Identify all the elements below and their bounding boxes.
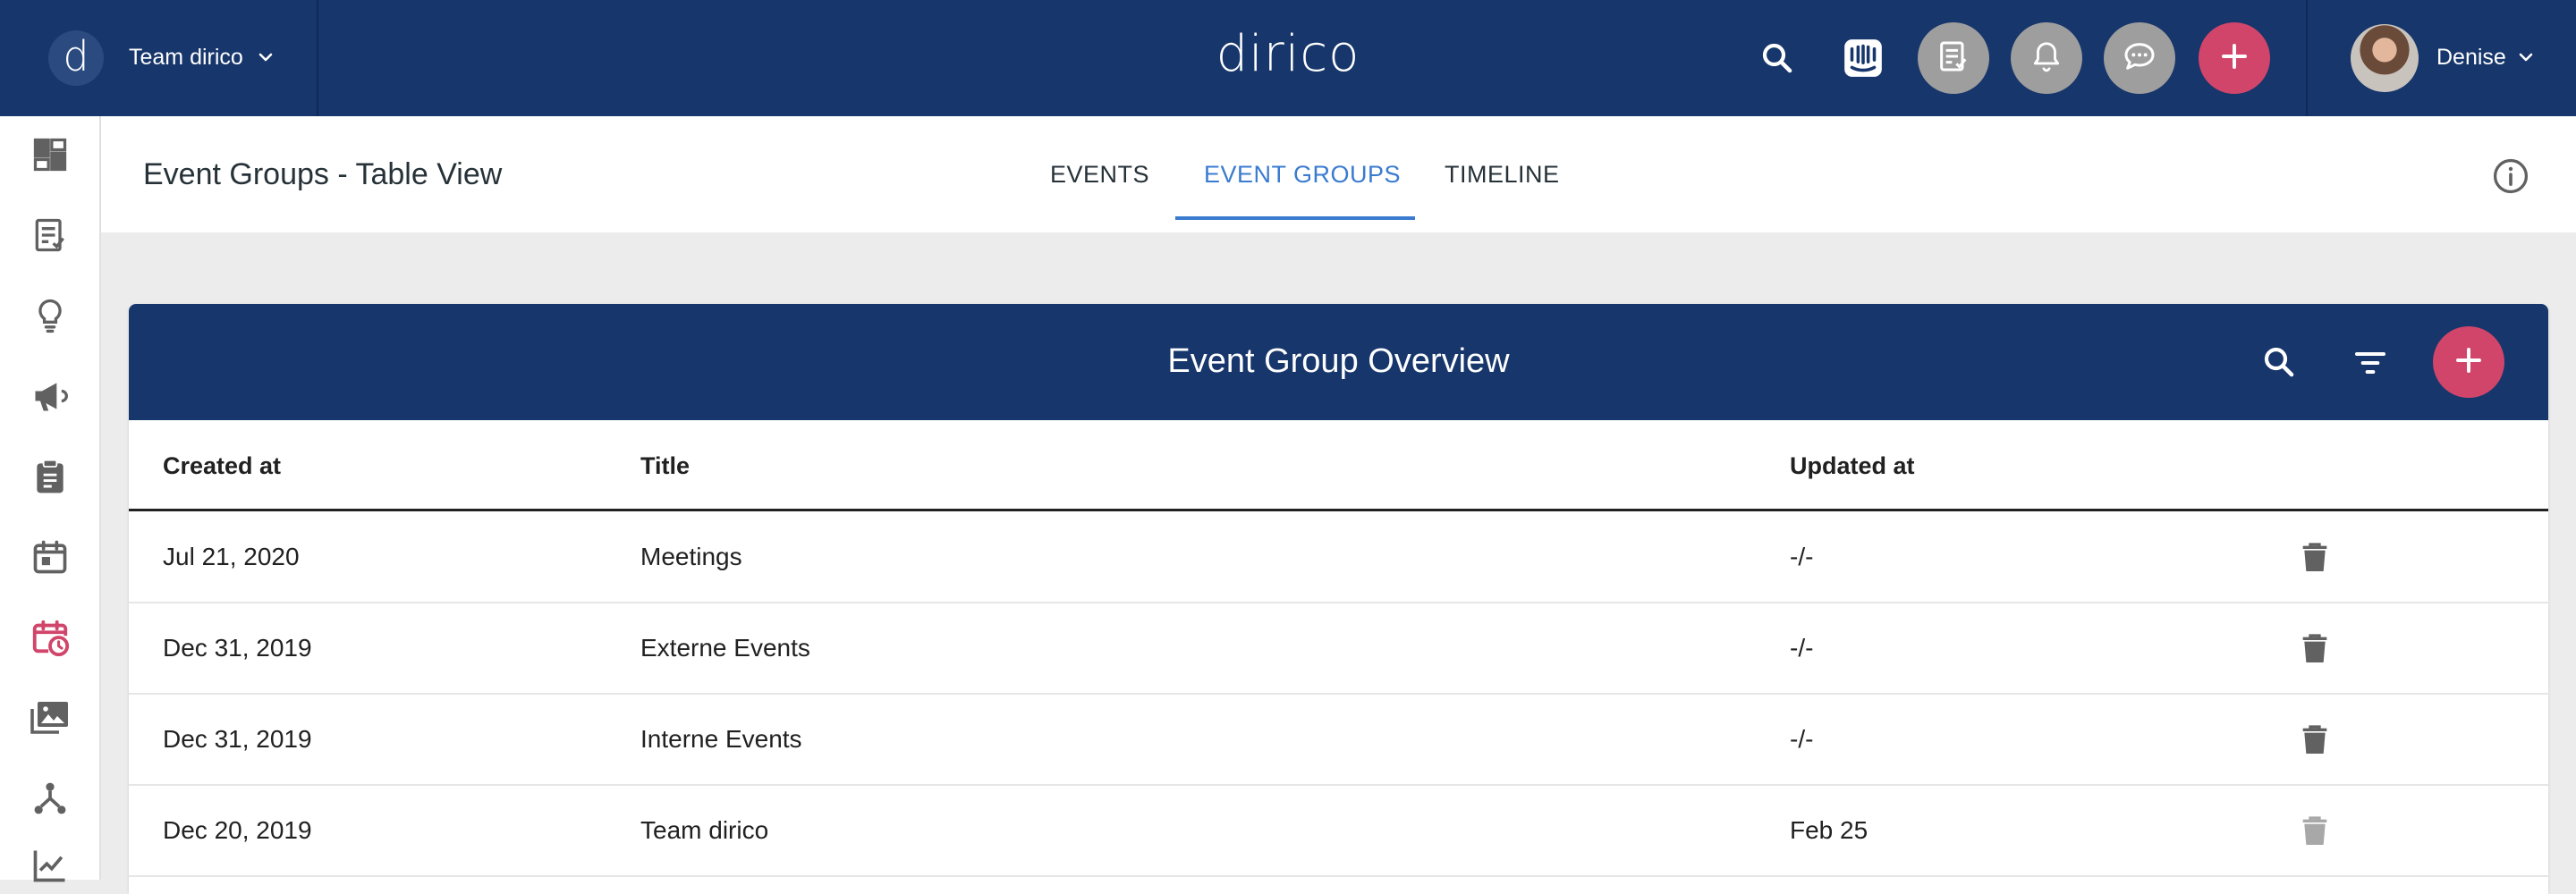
cell-updated: -/- <box>1790 543 1814 570</box>
dashboard-icon <box>30 135 70 179</box>
cell-title: Team dirico <box>640 816 769 844</box>
team-name: Team dirico <box>129 45 243 70</box>
cell-title: Externe Events <box>640 634 810 662</box>
team-switcher[interactable]: d Team dirico <box>0 0 318 116</box>
plus-icon <box>2453 344 2485 381</box>
info-icon[interactable] <box>2491 156 2530 200</box>
cell-updated: -/- <box>1790 725 1814 753</box>
sidebar-item-briefings[interactable] <box>0 438 99 519</box>
column-header-updated[interactable]: Updated at <box>1790 452 1915 480</box>
hierarchy-icon <box>30 779 70 822</box>
chevron-down-icon <box>253 46 278 72</box>
page-header: Event Groups - Table View EVENTS EVENT G… <box>101 116 2576 232</box>
lightbulb-icon <box>30 296 70 340</box>
cell-created: Jul 21, 2020 <box>163 543 300 570</box>
cell-updated: Feb 25 <box>1790 816 1868 844</box>
tab-event-groups[interactable]: EVENT GROUPS <box>1204 161 1401 189</box>
sidebar-item-dashboard[interactable] <box>0 116 99 197</box>
calendar-clock-icon <box>30 617 71 662</box>
media-library-icon <box>29 696 72 744</box>
cell-title: Interne Events <box>640 725 802 753</box>
clipboard-icon <box>30 457 70 501</box>
megaphone-icon <box>30 376 70 420</box>
chat-icon <box>2122 38 2157 79</box>
filter-icon[interactable] <box>2351 345 2389 385</box>
table-row[interactable]: Dec 31, 2019 Externe Events -/- <box>129 603 2548 695</box>
sidebar-item-events[interactable] <box>0 599 99 679</box>
trash-icon[interactable] <box>2297 721 2333 763</box>
cell-created: Dec 31, 2019 <box>163 634 312 662</box>
search-icon[interactable] <box>2260 343 2298 385</box>
user-name[interactable]: Denise <box>2436 45 2506 71</box>
team-logo-letter: d <box>63 32 89 80</box>
table-row[interactable]: Dec 31, 2019 Interne Events -/- <box>129 695 2548 786</box>
notes-icon <box>1936 38 1971 79</box>
trash-icon[interactable] <box>2297 539 2333 581</box>
cell-created: Dec 20, 2019 <box>163 816 312 844</box>
sidebar-item-media[interactable] <box>0 679 99 760</box>
sidebar-item-workflows[interactable] <box>0 760 99 840</box>
search-icon[interactable] <box>1758 39 1796 77</box>
notes-button[interactable] <box>1918 22 1989 94</box>
table-row[interactable]: Dec 20, 2019 Team dirico Feb 25 <box>129 786 2548 877</box>
event-group-card: Event Group Overview Created at Title Up… <box>129 304 2548 894</box>
sidebar-item-tasks[interactable] <box>0 197 99 277</box>
sidebar-item-analytics[interactable] <box>0 831 99 885</box>
analytics-icon <box>30 846 70 885</box>
messages-button[interactable] <box>2104 22 2175 94</box>
sidebar-item-ideas[interactable] <box>0 277 99 358</box>
cell-title: Meetings <box>640 543 742 570</box>
active-tab-indicator <box>1175 216 1415 220</box>
avatar[interactable] <box>2351 24 2419 92</box>
create-button[interactable] <box>2199 22 2270 94</box>
team-logo: d <box>48 30 104 86</box>
calendar-icon <box>30 537 70 581</box>
table-row[interactable]: Jul 21, 2020 Meetings -/- <box>129 512 2548 603</box>
sidebar <box>0 116 101 882</box>
sidebar-item-campaigns[interactable] <box>0 358 99 438</box>
trash-icon[interactable] <box>2297 813 2333 855</box>
sidebar-item-calendar[interactable] <box>0 519 99 599</box>
plus-icon <box>2218 40 2250 77</box>
tab-events[interactable]: EVENTS <box>1050 161 1149 189</box>
notifications-button[interactable] <box>2011 22 2082 94</box>
checklist-icon <box>30 215 70 259</box>
bell-icon <box>2029 39 2063 78</box>
column-header-title[interactable]: Title <box>640 452 690 480</box>
card-header: Event Group Overview <box>129 304 2548 420</box>
top-app-bar: d Team dirico dirico Denise <box>0 0 2576 116</box>
cell-updated: -/- <box>1790 634 1814 662</box>
intercom-icon[interactable] <box>1841 36 1885 80</box>
add-event-group-button[interactable] <box>2433 326 2504 398</box>
chevron-down-icon[interactable] <box>2513 46 2538 72</box>
page-title: Event Groups - Table View <box>143 157 503 191</box>
column-header-created[interactable]: Created at <box>163 452 281 480</box>
table-header: Created at Title Updated at <box>129 420 2548 511</box>
cell-created: Dec 31, 2019 <box>163 725 312 753</box>
trash-icon[interactable] <box>2297 630 2333 672</box>
brand-logo[interactable]: dirico <box>1163 25 1413 83</box>
tab-timeline[interactable]: TIMELINE <box>1445 161 1560 189</box>
card-title: Event Group Overview <box>1167 342 1510 380</box>
topbar-divider <box>2306 0 2308 116</box>
